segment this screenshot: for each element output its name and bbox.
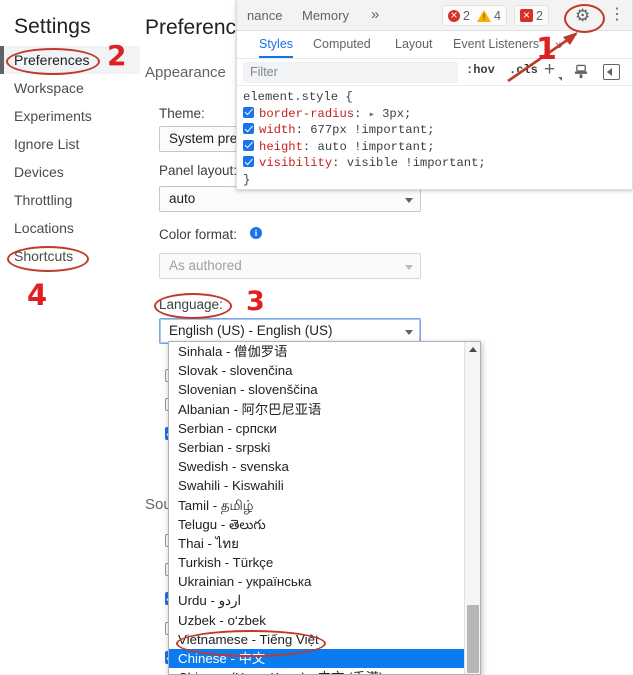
list-item[interactable]: Chinese (Hong Kong) - 中文 (香港) xyxy=(169,668,465,674)
css-property: border-radius xyxy=(259,106,355,121)
element-classes-button[interactable]: .cls xyxy=(509,63,538,77)
tab-styles[interactable]: Styles xyxy=(259,31,294,58)
css-selector[interactable]: element.style { xyxy=(243,89,632,106)
css-rule-close: } xyxy=(243,172,251,187)
chevron-down-icon xyxy=(405,265,413,270)
css-declaration[interactable]: width: 677px !important; xyxy=(243,122,632,139)
list-item[interactable]: Urdu - اردو xyxy=(169,591,465,610)
declaration-checkbox[interactable] xyxy=(243,139,254,151)
error-circle-icon xyxy=(448,8,460,22)
list-item[interactable]: Albanian - 阿尔巴尼亚语 xyxy=(169,400,465,419)
sidebar-item-workspace[interactable]: Workspace xyxy=(0,74,140,102)
css-property: visibility xyxy=(259,156,333,170)
css-property: width xyxy=(259,123,296,137)
color-format-select-value: As authored xyxy=(169,258,242,273)
list-item[interactable]: Uzbek - o‘zbek xyxy=(169,611,465,630)
settings-sidebar: Settings Preferences Workspace Experimen… xyxy=(0,0,140,675)
theme-label: Theme: xyxy=(159,106,205,121)
devtools-panel: nance Memory » 2 4 2 ⚙ ⋮ Styles Computed… xyxy=(236,0,633,190)
chevron-down-icon xyxy=(405,198,413,203)
css-value: 677px !important; xyxy=(310,123,435,137)
info-icon[interactable]: i xyxy=(250,227,262,239)
add-style-rule-icon[interactable]: + xyxy=(544,59,555,81)
styles-filter-bar: Filter :hov .cls + xyxy=(237,59,632,86)
panel-layout-label: Panel layout: xyxy=(159,163,238,178)
more-tabs-icon[interactable]: » xyxy=(371,0,379,31)
sidebar-item-throttling[interactable]: Throttling xyxy=(0,186,140,214)
list-item[interactable]: Serbian - srpski xyxy=(169,438,465,457)
css-declaration[interactable]: border-radius: ▸ 3px; xyxy=(243,106,632,123)
more-subtabs-icon[interactable]: » xyxy=(555,31,563,58)
sidebar-item-preferences[interactable]: Preferences xyxy=(0,46,140,74)
list-item[interactable]: Telugu - తెలుగు xyxy=(169,515,465,534)
settings-nav-list: Preferences Workspace Experiments Ignore… xyxy=(0,46,140,270)
dropdown-scrollbar[interactable] xyxy=(464,342,480,674)
console-issues-badges[interactable]: 2 4 xyxy=(442,5,507,26)
panel-layout-select-value: auto xyxy=(169,191,196,206)
error-count: 2 xyxy=(463,8,470,23)
sidebar-item-experiments[interactable]: Experiments xyxy=(0,102,140,130)
tab-computed[interactable]: Computed xyxy=(313,31,371,58)
declaration-checkbox[interactable] xyxy=(243,106,254,118)
gear-icon[interactable]: ⚙ xyxy=(575,6,590,25)
settings-title: Settings xyxy=(14,15,91,38)
css-value: 3px; xyxy=(382,106,412,121)
color-format-select[interactable]: As authored xyxy=(159,253,421,279)
sidebar-item-devices[interactable]: Devices xyxy=(0,158,140,186)
list-item[interactable]: Turkish - Türkçe xyxy=(169,553,465,572)
css-property: height xyxy=(259,139,303,154)
sidebar-item-ignore-list[interactable]: Ignore List xyxy=(0,130,140,158)
css-value: auto !important; xyxy=(317,139,435,154)
tab-event-listeners[interactable]: Event Listeners xyxy=(453,31,539,58)
css-value: visible !important; xyxy=(346,156,486,170)
violation-square-icon xyxy=(520,7,533,23)
list-item[interactable]: Swedish - svenska xyxy=(169,457,465,476)
computed-styles-icon[interactable] xyxy=(574,64,588,79)
declaration-checkbox[interactable] xyxy=(243,156,254,167)
toggle-sidebar-icon[interactable] xyxy=(603,64,620,80)
more-vertical-icon[interactable]: ⋮ xyxy=(609,5,625,25)
declaration-checkbox[interactable] xyxy=(243,123,254,134)
scrollbar-thumb[interactable] xyxy=(467,605,479,673)
hover-state-button[interactable]: :hov xyxy=(466,63,495,77)
sidebar-item-locations[interactable]: Locations xyxy=(0,214,140,242)
add-style-rule-caret-icon[interactable] xyxy=(558,77,562,81)
tab-memory[interactable]: Memory xyxy=(302,0,349,31)
devtools-subtabs: Styles Computed Layout Event Listeners » xyxy=(237,31,632,59)
language-select-value: English (US) - English (US) xyxy=(169,323,333,338)
css-declaration[interactable]: visibility: visible !important; xyxy=(243,155,632,172)
language-option-list: Sinhala - 僧伽罗语 Slovak - slovenčina Slove… xyxy=(169,342,465,674)
tab-performance[interactable]: nance xyxy=(247,0,282,31)
filter-input[interactable]: Filter xyxy=(243,62,458,83)
section-appearance: Appearance xyxy=(145,64,226,81)
screenshot-root: Settings Preferences Workspace Experimen… xyxy=(0,0,633,675)
css-rule-pane: element.style { border-radius: ▸ 3px; wi… xyxy=(237,86,632,189)
warning-triangle-icon xyxy=(476,9,491,22)
list-item[interactable]: Tamil - தமிழ் xyxy=(169,496,465,515)
list-item[interactable]: Slovenian - slovenščina xyxy=(169,380,465,399)
language-dropdown-popup: Sinhala - 僧伽罗语 Slovak - slovenčina Slove… xyxy=(168,341,481,675)
list-item[interactable]: Sinhala - 僧伽罗语 xyxy=(169,342,465,361)
scroll-up-arrow-icon[interactable] xyxy=(469,347,477,352)
list-item[interactable]: Thai - ไทย xyxy=(169,534,465,553)
language-label: Language: xyxy=(159,297,223,312)
list-item[interactable]: Serbian - српски xyxy=(169,419,465,438)
css-declaration[interactable]: height: auto !important; xyxy=(243,139,632,156)
list-item[interactable]: Swahili - Kiswahili xyxy=(169,476,465,495)
list-item[interactable]: Vietnamese - Tiếng Việt xyxy=(169,630,465,649)
list-item-selected[interactable]: Chinese - 中文 xyxy=(169,649,465,669)
list-item[interactable]: Slovak - slovenčina xyxy=(169,361,465,380)
violations-badge[interactable]: 2 xyxy=(514,5,549,26)
chevron-down-icon xyxy=(405,330,413,335)
violation-count: 2 xyxy=(536,8,543,23)
warning-count: 4 xyxy=(493,8,501,23)
sidebar-item-shortcuts[interactable]: Shortcuts xyxy=(0,242,140,270)
tab-layout[interactable]: Layout xyxy=(395,31,433,58)
color-format-label: Color format: xyxy=(159,227,238,242)
devtools-toolbar: nance Memory » 2 4 2 ⚙ ⋮ xyxy=(237,0,632,31)
list-item[interactable]: Ukrainian - українська xyxy=(169,572,465,591)
